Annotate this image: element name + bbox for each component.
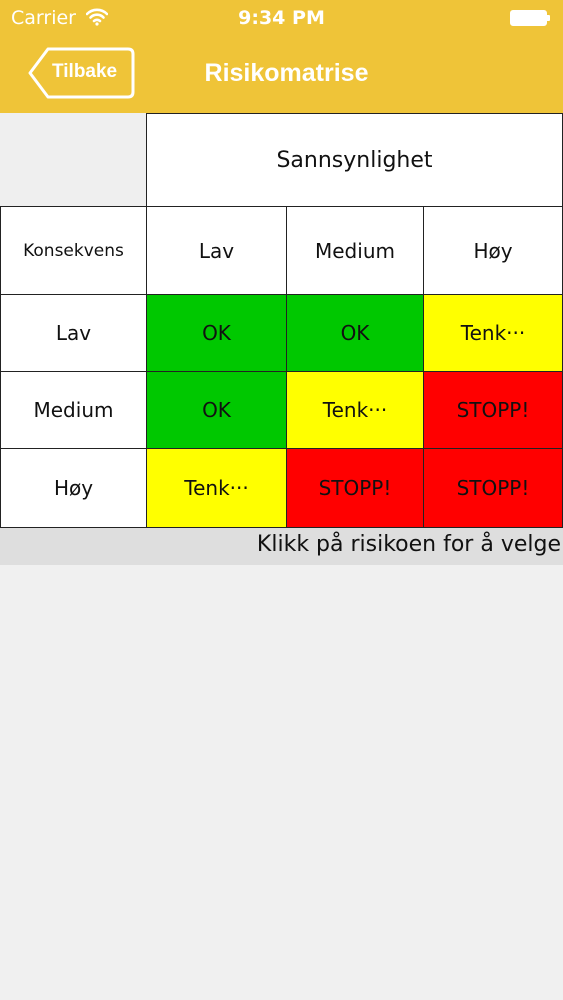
column-header-high: Høy [423, 206, 563, 295]
risk-cell-medium-medium[interactable]: Tenk··· [286, 371, 424, 449]
risk-cell-high-high[interactable]: STOPP! [423, 448, 563, 528]
risk-cell-high-low[interactable]: Tenk··· [146, 448, 287, 528]
risk-cell-medium-high[interactable]: STOPP! [423, 371, 563, 449]
risk-cell-medium-low[interactable]: OK [146, 371, 287, 449]
probability-header: Sannsynlighet [146, 113, 563, 207]
row-header-medium: Medium [0, 371, 147, 449]
row-header-high: Høy [0, 448, 147, 528]
navigation-bar: Carrier 9:34 PM Tilbake Risikomatrise [0, 0, 563, 113]
page-title: Risikomatrise [204, 59, 369, 87]
corner-cell [0, 113, 147, 207]
risk-cell-high-medium[interactable]: STOPP! [286, 448, 424, 528]
consequence-header: Konsekvens [0, 206, 147, 295]
status-time: 9:34 PM [238, 7, 325, 29]
row-header-low: Lav [0, 294, 147, 372]
status-bar: Carrier 9:34 PM [0, 0, 563, 36]
risk-cell-low-medium[interactable]: OK [286, 294, 424, 372]
column-header-medium: Medium [286, 206, 424, 295]
hint-bar: Klikk på risikoen for å velge [0, 528, 563, 565]
battery-icon [510, 10, 550, 26]
risk-matrix: Sannsynlighet Konsekvens Lav Medium Høy … [0, 113, 563, 528]
risk-cell-low-high[interactable]: Tenk··· [423, 294, 563, 372]
risk-cell-low-low[interactable]: OK [146, 294, 287, 372]
column-header-low: Lav [146, 206, 287, 295]
hint-text: Klikk på risikoen for å velge [256, 532, 561, 557]
